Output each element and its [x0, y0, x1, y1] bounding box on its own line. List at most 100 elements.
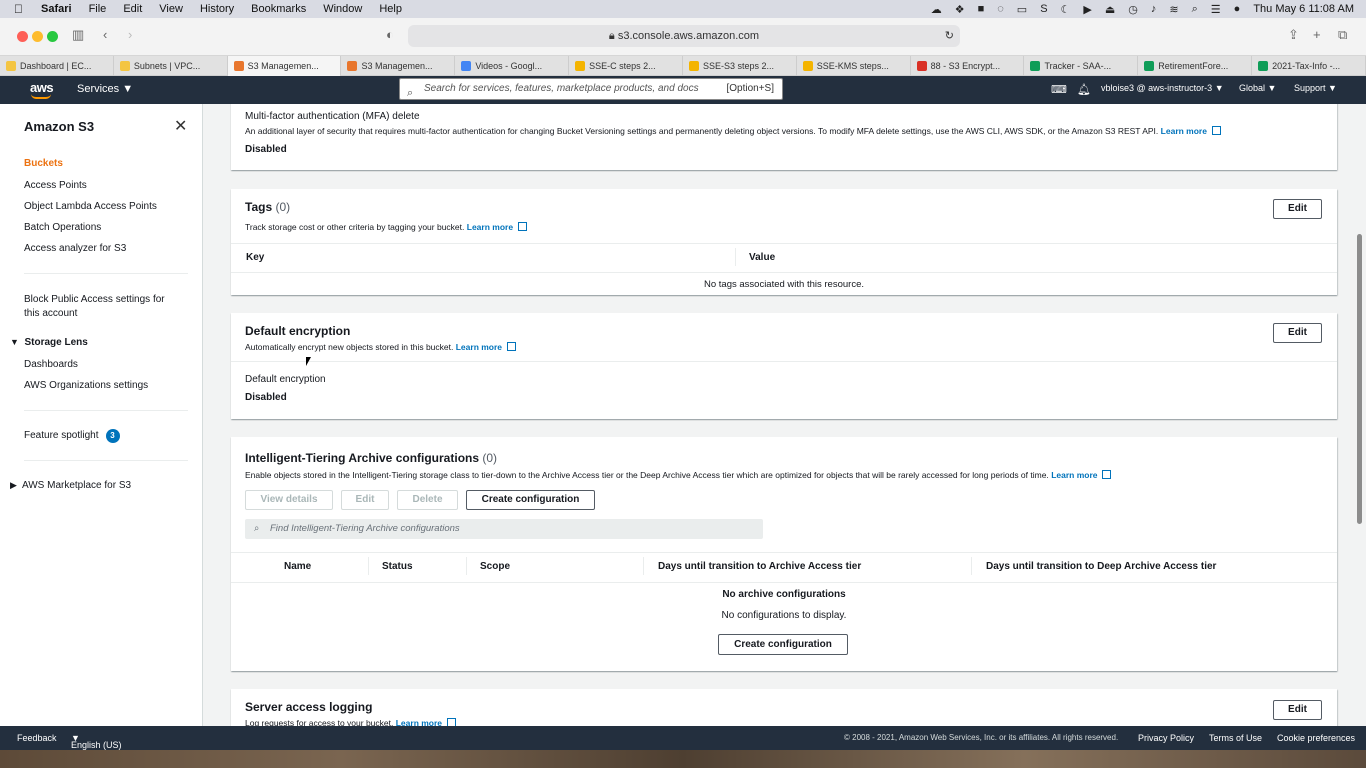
menu-help[interactable]: Help — [379, 3, 402, 15]
menu-clock[interactable]: Thu May 6 11:08 AM — [1253, 3, 1354, 15]
col-key[interactable]: Key — [246, 252, 264, 263]
browser-tab[interactable]: SSE-KMS steps... — [797, 56, 911, 76]
col-status[interactable]: Status — [382, 561, 413, 572]
tiering-filter-input[interactable]: ⌕ Find Intelligent-Tiering Archive confi… — [245, 519, 763, 539]
menu-bookmarks[interactable]: Bookmarks — [251, 3, 306, 15]
cloudshell-icon[interactable]: ⌨ — [1051, 83, 1067, 96]
scrollbar-thumb[interactable] — [1357, 234, 1362, 524]
learn-more-link[interactable]: Learn more — [1051, 470, 1097, 480]
search-icon[interactable]: ⌕ — [1192, 3, 1198, 16]
create-configuration-button[interactable]: Create configuration — [466, 490, 595, 510]
learn-more-link[interactable]: Learn more — [1161, 126, 1207, 136]
back-icon[interactable]: ‹ — [103, 27, 107, 42]
sidebar-item-feature-spotlight[interactable]: Feature spotlight 3 — [24, 429, 120, 443]
browser-tab[interactable]: Dashboard | EC... — [0, 56, 114, 76]
browser-tab[interactable]: RetirementFore... — [1138, 56, 1253, 76]
external-link-icon[interactable] — [1102, 470, 1112, 479]
language-selector[interactable]: English (US) ▼ — [71, 733, 122, 750]
control-center-icon[interactable]: ☰ — [1211, 3, 1221, 16]
browser-tab[interactable]: 2021-Tax-Info -... — [1252, 56, 1366, 76]
sidebar-item-dashboards[interactable]: Dashboards — [24, 359, 78, 370]
encryption-edit-button[interactable]: Edit — [1273, 323, 1322, 343]
aws-logo[interactable]: aws — [30, 80, 54, 99]
services-menu[interactable]: Services ▼ — [77, 83, 133, 95]
tags-edit-button[interactable]: Edit — [1273, 199, 1322, 219]
app-icon[interactable]: ■ — [978, 3, 985, 15]
menu-file[interactable]: File — [89, 3, 107, 15]
display-icon[interactable]: ▭ — [1017, 3, 1027, 16]
sidebar-toggle-icon[interactable]: ▥ — [72, 27, 84, 43]
sidebar-item-marketplace[interactable]: ▶ AWS Marketplace for S3 — [10, 480, 131, 491]
skype-icon[interactable]: S — [1040, 3, 1047, 15]
view-details-button[interactable]: View details — [245, 490, 333, 510]
reload-icon[interactable]: ↻ — [945, 25, 954, 47]
zoom-window-button[interactable] — [47, 31, 58, 42]
bell-icon[interactable]: 🔔︎ — [1077, 83, 1091, 96]
menu-edit[interactable]: Edit — [123, 3, 142, 15]
privacy-policy-link[interactable]: Privacy Policy — [1138, 733, 1194, 743]
sidebar-item-object-lambda[interactable]: Object Lambda Access Points — [24, 201, 157, 212]
sidebar-item-access-points[interactable]: Access Points — [24, 180, 87, 191]
sidebar-item-batch-operations[interactable]: Batch Operations — [24, 222, 101, 233]
address-bar[interactable]: 🔒︎ s3.console.aws.amazon.com ↻ — [408, 25, 960, 47]
learn-more-link[interactable]: Learn more — [396, 718, 442, 726]
tab-overview-icon[interactable]: ⧉ — [1338, 27, 1347, 43]
col-deep-archive-days[interactable]: Days until transition to Deep Archive Ac… — [986, 561, 1216, 572]
menu-view[interactable]: View — [159, 3, 183, 15]
cookie-preferences-link[interactable]: Cookie preferences — [1277, 733, 1355, 743]
browser-tab[interactable]: S3 Managemen... — [227, 56, 342, 76]
wifi-icon[interactable]: ≋ — [1169, 3, 1178, 16]
col-archive-days[interactable]: Days until transition to Archive Access … — [658, 561, 861, 572]
col-scope[interactable]: Scope — [480, 561, 510, 572]
empty-create-configuration-button[interactable]: Create configuration — [718, 634, 848, 655]
menu-window[interactable]: Window — [323, 3, 362, 15]
spinner-icon[interactable]: ◌ — [997, 3, 1004, 15]
close-icon[interactable]: ✕ — [174, 116, 187, 136]
cloud-icon[interactable]: ☁ — [931, 3, 942, 16]
share-icon[interactable]: ⇪ — [1288, 27, 1299, 43]
sidebar-item-buckets[interactable]: Buckets — [24, 158, 63, 169]
external-link-icon[interactable] — [518, 222, 528, 231]
account-menu[interactable]: vbloise3 @ aws-instructor-3 ▼ — [1101, 83, 1224, 93]
browser-tab[interactable]: Tracker - SAA-... — [1024, 56, 1139, 76]
support-menu[interactable]: Support ▼ — [1294, 83, 1337, 93]
col-name[interactable]: Name — [284, 561, 311, 572]
sidebar-item-org-settings[interactable]: AWS Organizations settings — [24, 380, 148, 391]
menu-app-name[interactable]: Safari — [41, 3, 72, 15]
apple-icon[interactable]:  — [14, 2, 23, 16]
play-icon[interactable]: ▶ — [1083, 3, 1091, 16]
menu-history[interactable]: History — [200, 3, 234, 15]
global-search-input[interactable]: ⌕ Search for services, features, marketp… — [399, 78, 783, 100]
forward-icon[interactable]: › — [128, 27, 132, 42]
siri-icon[interactable]: ● — [1234, 3, 1241, 15]
logging-edit-button[interactable]: Edit — [1273, 700, 1322, 720]
volume-icon[interactable]: ♪ — [1151, 3, 1157, 15]
region-menu[interactable]: Global ▼ — [1239, 83, 1276, 93]
new-tab-icon[interactable]: + — [1313, 27, 1321, 42]
edit-config-button[interactable]: Edit — [341, 490, 389, 510]
eject-icon[interactable]: ⏏ — [1105, 3, 1115, 16]
dropbox-icon[interactable]: ❖ — [955, 3, 965, 16]
external-link-icon[interactable] — [1211, 126, 1221, 135]
sidebar-section-storage-lens[interactable]: ▼ Storage Lens — [10, 337, 88, 348]
browser-tab[interactable]: S3 Managemen... — [341, 56, 456, 76]
terms-link[interactable]: Terms of Use — [1209, 733, 1262, 743]
learn-more-link[interactable]: Learn more — [456, 342, 502, 352]
browser-tab[interactable]: 88 - S3 Encrypt... — [911, 56, 1025, 76]
shield-icon[interactable]: ◐ — [386, 27, 394, 42]
external-link-icon[interactable] — [507, 342, 517, 351]
browser-tab[interactable]: SSE-C steps 2... — [569, 56, 683, 76]
clock-icon[interactable]: ◷ — [1128, 3, 1138, 16]
browser-tab[interactable]: SSE-S3 steps 2... — [683, 56, 797, 76]
sidebar-item-access-analyzer[interactable]: Access analyzer for S3 — [24, 243, 126, 254]
browser-tab[interactable]: Subnets | VPC... — [114, 56, 228, 76]
feedback-link[interactable]: Feedback — [17, 733, 57, 743]
moon-icon[interactable]: ☾ — [1061, 3, 1071, 16]
minimize-window-button[interactable] — [32, 31, 43, 42]
close-window-button[interactable] — [17, 31, 28, 42]
browser-tab[interactable]: Videos - Googl... — [455, 56, 570, 76]
sidebar-item-block-public-access[interactable]: Block Public Access settings for this ac… — [24, 293, 174, 321]
external-link-icon[interactable] — [447, 718, 457, 726]
learn-more-link[interactable]: Learn more — [467, 222, 513, 232]
delete-config-button[interactable]: Delete — [397, 490, 458, 510]
